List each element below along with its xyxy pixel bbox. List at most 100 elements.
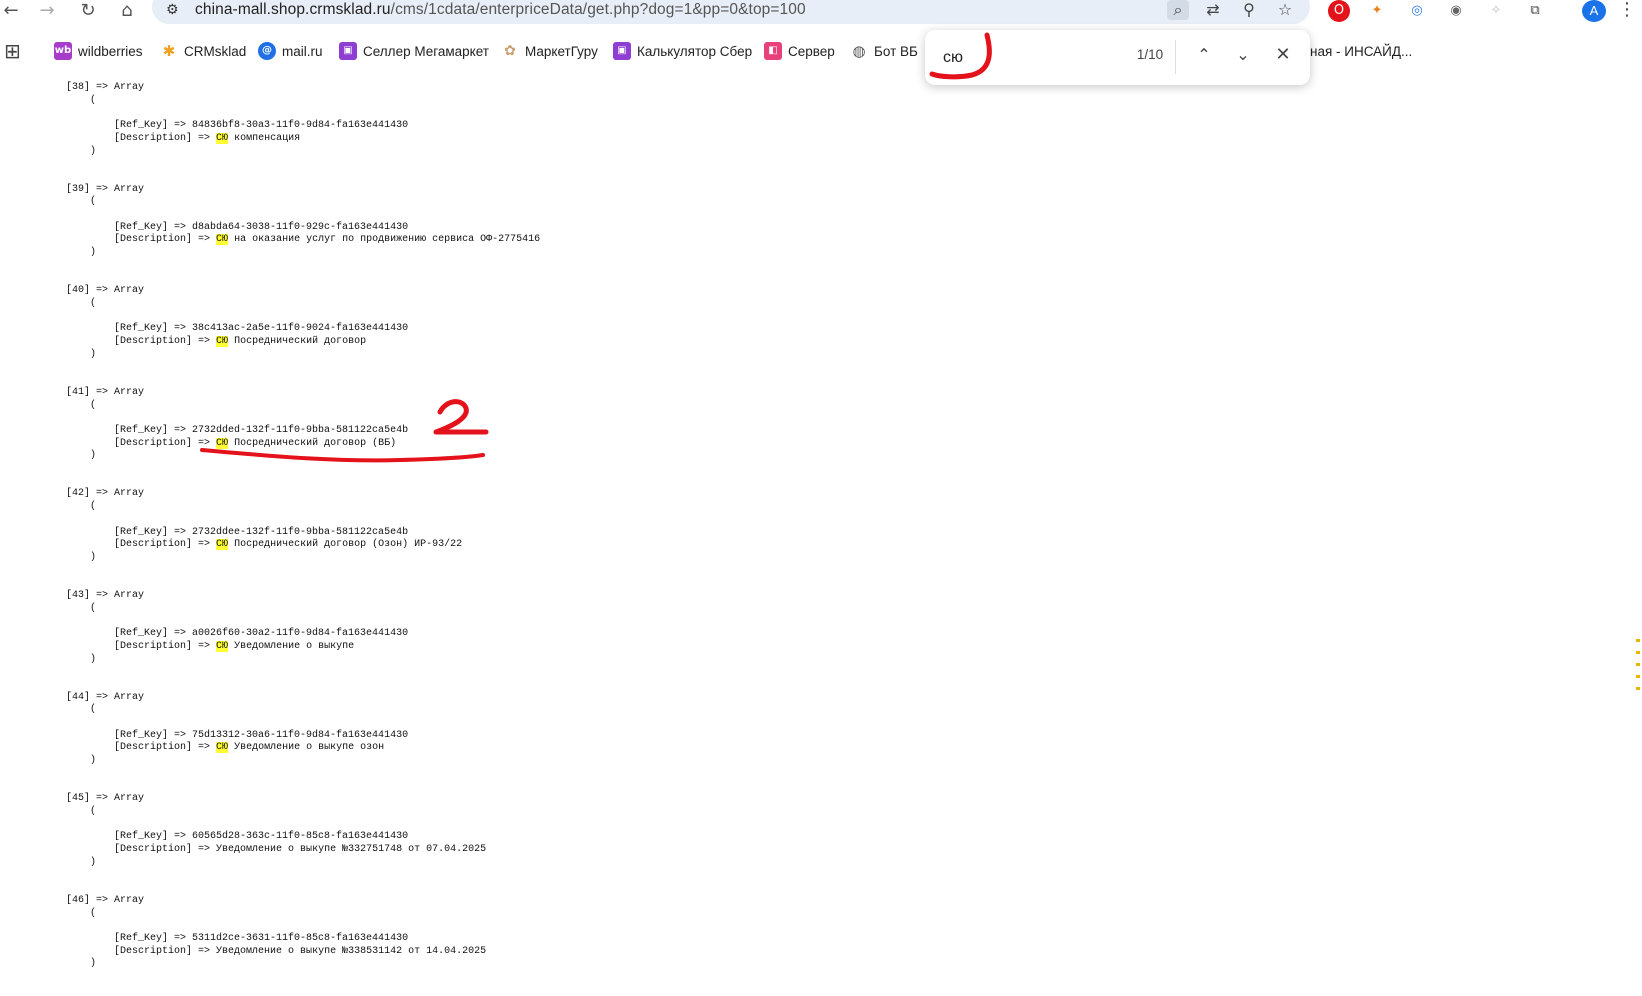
marketguru-icon: ✿ bbox=[504, 43, 516, 59]
metamask-extension-icon[interactable]: ✦ bbox=[1366, 0, 1388, 22]
close-paren: ) bbox=[90, 551, 97, 563]
close-paren: ) bbox=[90, 653, 97, 665]
ref-key-value: 84836bf8-30a3-11f0-9d84-fa163e441430 bbox=[192, 120, 409, 132]
opera-extension-icon[interactable]: O bbox=[1328, 0, 1350, 22]
megamarket-icon: ▣ bbox=[339, 42, 357, 60]
description-value: Уведомление о выкупе №332751748 от 07.04… bbox=[216, 844, 487, 856]
entry-index: [38] bbox=[66, 82, 91, 93]
wildberries-icon: wb bbox=[54, 42, 72, 60]
ref-key-label: [Ref_Key] => bbox=[114, 831, 193, 843]
bookmark-label: Бот ВБ bbox=[874, 43, 918, 59]
apps-grid-icon[interactable]: ⊞ bbox=[4, 41, 21, 61]
search-highlight: СЮ bbox=[216, 336, 229, 348]
address-bar[interactable]: ⚙ china-mall.shop.crmsklad.ru/cms/1cdata… bbox=[152, 0, 1310, 24]
reload-icon[interactable]: ↻ bbox=[77, 0, 99, 22]
browser-toolbar: ← → ↻ ⌂ ⚙ china-mall.shop.crmsklad.ru/cm… bbox=[0, 0, 1642, 24]
search-highlight: СЮ bbox=[216, 539, 229, 551]
entry-index: [39] bbox=[66, 183, 91, 195]
description-value: на оказание услуг по продвижению сервиса… bbox=[228, 234, 541, 246]
entry-index: [41] bbox=[66, 386, 91, 398]
description-label: [Description] => bbox=[114, 945, 217, 957]
description-label: [Description] => bbox=[114, 132, 217, 144]
bookmark-label: МаркетГуру bbox=[525, 43, 598, 59]
url-text[interactable]: china-mall.shop.crmsklad.ru/cms/1cdata/e… bbox=[195, 1, 806, 19]
open-paren: ( bbox=[90, 501, 97, 513]
bookmark-mailru[interactable]: @ mail.ru bbox=[258, 40, 323, 62]
ref-key-value: 5311d2ce-3631-11f0-85c8-fa163e441430 bbox=[192, 932, 409, 944]
array-entry: [44] => Array ( [Ref_Key] => 75d13312-30… bbox=[66, 692, 540, 768]
entry-type: => Array bbox=[96, 386, 145, 398]
entry-type: => Array bbox=[96, 183, 145, 195]
array-entry: [40] => Array ( [Ref_Key] => 38c413ac-2a… bbox=[66, 285, 540, 361]
bookmark-sber-calculator[interactable]: ▣ Калькулятор Сбер bbox=[613, 40, 752, 62]
bookmark-label: CRMsklad bbox=[184, 43, 247, 59]
search-highlight: СЮ bbox=[216, 640, 229, 652]
ref-key-label: [Ref_Key] => bbox=[114, 628, 193, 640]
find-match-count: 1/10 bbox=[1136, 47, 1164, 62]
ref-key-value: 2732dded-132f-11f0-9bba-581122ca5e4b bbox=[192, 424, 409, 436]
home-icon[interactable]: ⌂ bbox=[116, 0, 138, 22]
extensions-icon[interactable]: ⧉ bbox=[1524, 0, 1546, 22]
ref-key-label: [Ref_Key] => bbox=[114, 932, 193, 944]
ref-key-value: 60565d28-363c-11f0-85c8-fa163e441430 bbox=[192, 831, 409, 843]
bookmark-wildberries[interactable]: wb wildberries bbox=[54, 40, 143, 62]
zoom-icon[interactable]: ⚲ bbox=[1238, 0, 1260, 20]
entry-index: [45] bbox=[66, 793, 91, 805]
entry-index: [44] bbox=[66, 691, 91, 703]
open-paren: ( bbox=[90, 399, 97, 411]
search-highlight: СЮ bbox=[216, 437, 229, 449]
bookmark-star-icon[interactable]: ☆ bbox=[1274, 0, 1296, 20]
bookmark-crmsklad[interactable]: ✱ CRMsklad bbox=[160, 40, 247, 62]
entry-type: => Array bbox=[96, 793, 145, 805]
forward-icon[interactable]: → bbox=[36, 0, 58, 22]
entry-type: => Array bbox=[96, 82, 145, 93]
open-paren: ( bbox=[90, 907, 97, 919]
match-marker bbox=[1636, 663, 1640, 666]
bookmark-label: Селлер Мегамаркет bbox=[363, 43, 489, 59]
find-close-icon[interactable]: ✕ bbox=[1272, 44, 1294, 66]
close-paren: ) bbox=[90, 247, 97, 259]
description-value: Посреднический договор (ВБ) bbox=[228, 437, 397, 449]
open-paren: ( bbox=[90, 196, 97, 208]
puzzle-ball-extension-icon[interactable]: ◉ bbox=[1445, 0, 1467, 22]
menu-icon[interactable]: ⋮ bbox=[1618, 0, 1636, 22]
find-next-icon[interactable]: ⌄ bbox=[1232, 44, 1254, 66]
profile-avatar[interactable]: A bbox=[1582, 0, 1606, 22]
entry-type: => Array bbox=[96, 590, 145, 602]
bookmark-insider-partial[interactable]: ная - ИНСАЙД... bbox=[1310, 44, 1412, 59]
url-path: /cms/1cdata/enterpriceData/get.php?dog=1… bbox=[390, 1, 806, 18]
description-value: Уведомление о выкупе №338531142 от 14.04… bbox=[216, 945, 487, 957]
ref-key-value: a0026f60-30a2-11f0-9d84-fa163e441430 bbox=[192, 628, 409, 640]
ref-key-value: 75d13312-30a6-11f0-9d84-fa163e441430 bbox=[192, 729, 409, 741]
open-paren: ( bbox=[90, 94, 97, 106]
search-highlight: СЮ bbox=[216, 234, 229, 246]
entry-index: [42] bbox=[66, 488, 91, 500]
bookmark-label: Калькулятор Сбер bbox=[637, 43, 753, 59]
url-host: china-mall.shop.crmsklad.ru bbox=[195, 1, 391, 18]
bookmark-megamarket[interactable]: ▣ Селлер Мегамаркет bbox=[339, 40, 489, 62]
find-in-page-icon[interactable]: ⌕ bbox=[1167, 0, 1189, 20]
bookmark-marketguru[interactable]: ✿ МаркетГуру bbox=[501, 40, 598, 62]
site-info-icon[interactable]: ⚙ bbox=[166, 2, 179, 18]
find-input[interactable] bbox=[943, 47, 1093, 69]
entry-index: [43] bbox=[66, 590, 91, 602]
match-marker bbox=[1636, 651, 1640, 654]
open-paren: ( bbox=[90, 805, 97, 817]
bookmark-bot-vb[interactable]: ◍ Бот ВБ bbox=[850, 40, 918, 62]
match-marker bbox=[1636, 639, 1640, 642]
scrollbar-match-markers bbox=[1636, 630, 1642, 758]
faded-extension-icon[interactable]: ✧ bbox=[1485, 0, 1507, 22]
back-icon[interactable]: ← bbox=[0, 0, 22, 22]
description-label: [Description] => bbox=[114, 539, 217, 551]
bookmark-server[interactable]: ◧ Сервер bbox=[764, 40, 835, 62]
bookmark-label: mail.ru bbox=[282, 43, 323, 59]
sync-extension-icon[interactable]: ◎ bbox=[1406, 0, 1428, 22]
entry-type: => Array bbox=[96, 285, 145, 297]
description-label: [Description] => bbox=[114, 844, 217, 856]
open-paren: ( bbox=[90, 297, 97, 309]
find-previous-icon[interactable]: ⌃ bbox=[1193, 44, 1215, 66]
array-entry: [45] => Array ( [Ref_Key] => 60565d28-36… bbox=[66, 793, 540, 869]
find-divider bbox=[1175, 40, 1176, 74]
translate-icon[interactable]: ⇄ bbox=[1202, 0, 1224, 20]
search-highlight: СЮ bbox=[216, 132, 229, 144]
